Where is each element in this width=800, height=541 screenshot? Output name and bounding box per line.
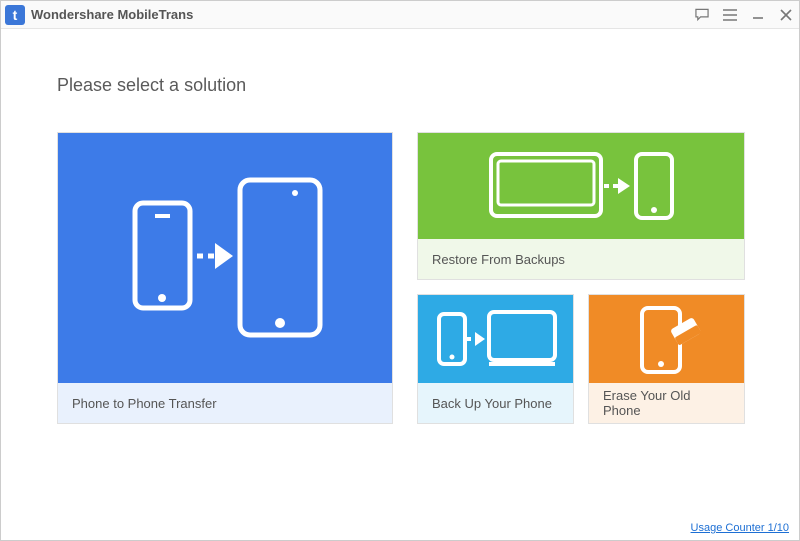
usage-counter-link[interactable]: Usage Counter 1/10 <box>691 522 789 534</box>
app-title: Wondershare MobileTrans <box>31 7 193 22</box>
solution-grid: Phone to Phone Transfer Restore From Bac… <box>57 132 743 424</box>
tile-label: Restore From Backups <box>418 239 744 279</box>
menu-icon[interactable] <box>723 8 737 22</box>
tile-label: Erase Your Old Phone <box>589 383 744 423</box>
feedback-icon[interactable] <box>695 8 709 22</box>
backup-icon <box>418 295 573 383</box>
tile-label: Phone to Phone Transfer <box>58 383 392 423</box>
tile-label: Back Up Your Phone <box>418 383 573 423</box>
restore-icon <box>418 133 744 239</box>
right-column: Restore From Backups Back U <box>417 132 745 424</box>
titlebar: t Wondershare MobileTrans <box>1 1 799 29</box>
page-title: Please select a solution <box>57 75 743 96</box>
tile-restore[interactable]: Restore From Backups <box>417 132 745 280</box>
tile-erase[interactable]: Erase Your Old Phone <box>588 294 745 424</box>
window-controls <box>695 8 793 22</box>
phone-transfer-icon <box>58 133 392 383</box>
main-content: Please select a solution Phone to Phone … <box>1 29 799 424</box>
erase-icon <box>589 295 744 383</box>
bottom-row: Back Up Your Phone Erase Your <box>417 294 745 424</box>
minimize-icon[interactable] <box>751 8 765 22</box>
app-logo: t <box>5 5 25 25</box>
tile-phone-to-phone[interactable]: Phone to Phone Transfer <box>57 132 393 424</box>
close-icon[interactable] <box>779 8 793 22</box>
tile-backup[interactable]: Back Up Your Phone <box>417 294 574 424</box>
